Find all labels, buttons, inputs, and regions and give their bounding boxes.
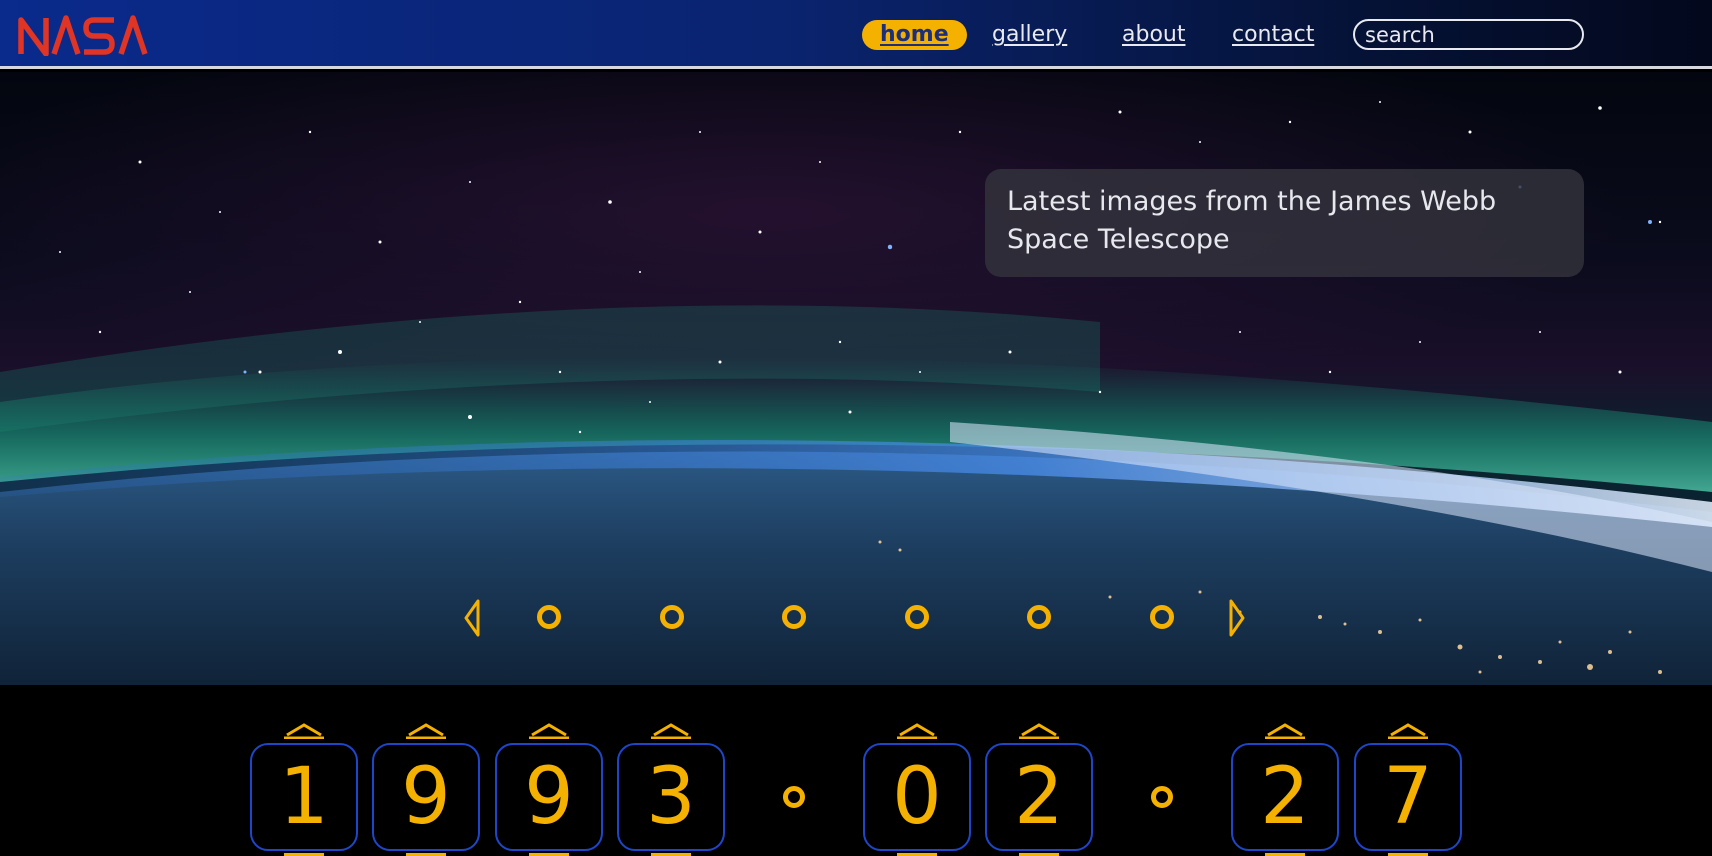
- nasa-logo[interactable]: [18, 14, 154, 56]
- digit-column: 9: [372, 685, 480, 856]
- caret-up-icon[interactable]: [651, 723, 691, 739]
- carousel-dot-6[interactable]: [1150, 605, 1174, 629]
- caret-up-icon[interactable]: [1019, 723, 1059, 739]
- caret-up-icon[interactable]: [1388, 723, 1428, 739]
- carousel-dot-3[interactable]: [782, 605, 806, 629]
- digit-column: 2: [1231, 685, 1339, 856]
- earth-aurora-image: [0, 72, 1712, 685]
- digit-display[interactable]: 1: [250, 743, 358, 851]
- digit-column: 1: [250, 685, 358, 856]
- digit-column: 9: [495, 685, 603, 856]
- caret-up-icon[interactable]: [897, 723, 937, 739]
- digit-display[interactable]: 3: [617, 743, 725, 851]
- triangle-left-icon[interactable]: [463, 599, 481, 637]
- digit-display[interactable]: 9: [372, 743, 480, 851]
- caret-up-icon[interactable]: [406, 723, 446, 739]
- digit-display[interactable]: 9: [495, 743, 603, 851]
- hero-caption: Latest images from the James Webb Space …: [985, 169, 1584, 277]
- carousel-dot-4[interactable]: [905, 605, 929, 629]
- triangle-right-icon[interactable]: [1228, 599, 1246, 637]
- caret-up-icon[interactable]: [284, 723, 324, 739]
- digit-display[interactable]: 0: [863, 743, 971, 851]
- caret-up-icon[interactable]: [529, 723, 569, 739]
- digit-column: 2: [985, 685, 1093, 856]
- digit-column: 3: [617, 685, 725, 856]
- nav-contact-link[interactable]: contact: [1232, 20, 1314, 50]
- search-input[interactable]: [1355, 21, 1582, 48]
- circle-dot-icon: [1151, 786, 1173, 808]
- nav-gallery-link[interactable]: gallery: [992, 20, 1067, 50]
- nav-about-link[interactable]: about: [1122, 20, 1185, 50]
- digit-column: 7: [1354, 685, 1462, 856]
- digit-display[interactable]: 2: [985, 743, 1093, 851]
- search-box: [1353, 19, 1584, 50]
- nav-home-link[interactable]: home: [862, 20, 967, 50]
- carousel-dot-5[interactable]: [1027, 605, 1051, 629]
- carousel-controls: [0, 597, 1712, 637]
- digit-display[interactable]: 2: [1231, 743, 1339, 851]
- date-counter: 1 9 9 3 0 2 2 7: [0, 685, 1712, 856]
- site-header: home gallery about contact: [0, 0, 1712, 69]
- circle-dot-icon: [783, 786, 805, 808]
- carousel-dot-1[interactable]: [537, 605, 561, 629]
- hero-banner: Latest images from the James Webb Space …: [0, 72, 1712, 685]
- carousel-dot-2[interactable]: [660, 605, 684, 629]
- caret-up-icon[interactable]: [1265, 723, 1305, 739]
- digit-column: 0: [863, 685, 971, 856]
- digit-display[interactable]: 7: [1354, 743, 1462, 851]
